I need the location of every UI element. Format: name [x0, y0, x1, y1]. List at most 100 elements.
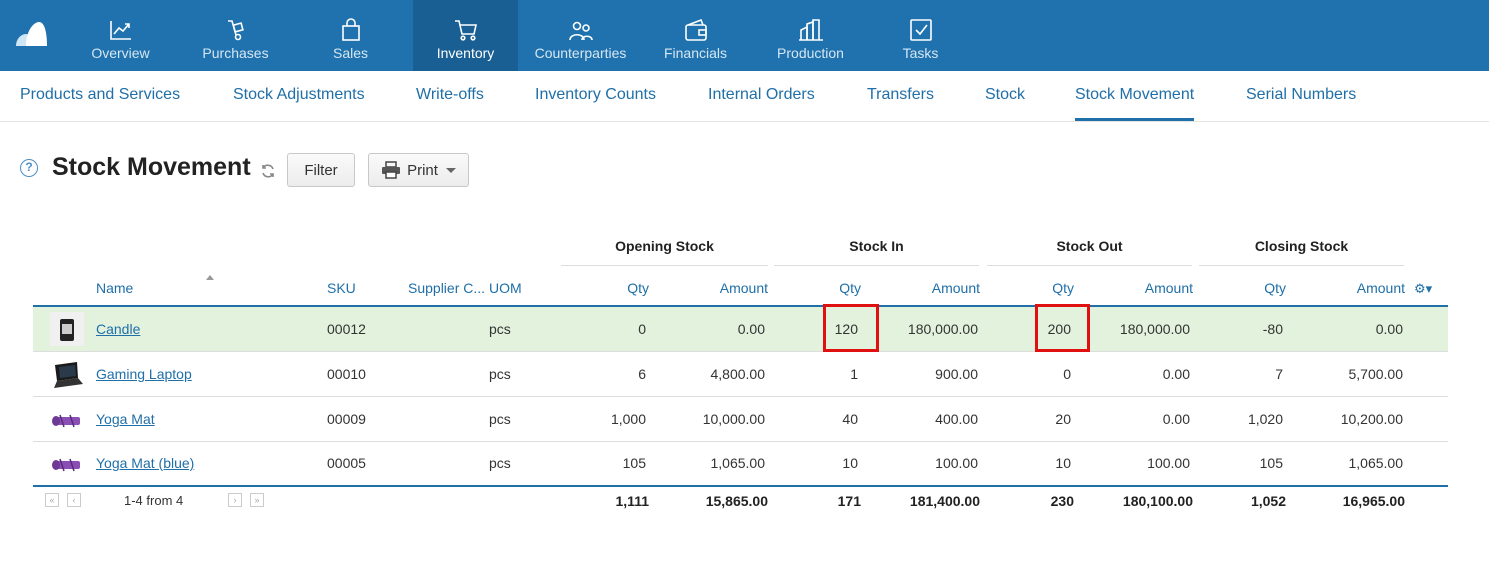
page-header: ? Stock Movement Filter Print — [20, 150, 620, 190]
col-opening-amount[interactable]: Amount — [668, 280, 768, 296]
product-name-link[interactable]: Yoga Mat — [96, 411, 155, 427]
nav-financials[interactable]: Financials — [643, 0, 748, 71]
sort-asc-icon[interactable] — [206, 275, 214, 280]
subnav-internal-orders[interactable]: Internal Orders — [708, 71, 815, 121]
checkbox-icon — [909, 19, 932, 41]
app-logo[interactable] — [14, 20, 48, 48]
col-sku[interactable]: SKU — [327, 280, 356, 296]
col-uom[interactable]: UOM — [489, 280, 522, 296]
group-divider — [561, 265, 768, 266]
total-closing-qty: 1,052 — [1250, 493, 1286, 509]
print-button-label: Print — [407, 161, 438, 179]
closing-amount-cell: 10,200.00 — [1340, 411, 1403, 427]
out-qty-cell: 0 — [1063, 366, 1071, 382]
uom-cell: pcs — [489, 321, 511, 337]
column-settings-icon[interactable]: ⚙▾ — [1414, 281, 1432, 297]
sub-navigation: Products and Services Stock Adjustments … — [0, 71, 1489, 122]
subnav-stock-movement[interactable]: Stock Movement — [1075, 71, 1195, 121]
subnav-stock-adjustments[interactable]: Stock Adjustments — [233, 71, 365, 121]
table-row[interactable]: Yoga Mat 00009 pcs 1,000 10,000.00 40 40… — [33, 397, 1448, 442]
nav-label: Purchases — [202, 45, 269, 61]
nav-inventory[interactable]: Inventory — [413, 0, 518, 71]
people-icon — [568, 21, 593, 41]
col-name[interactable]: Name — [96, 280, 133, 296]
nav-sales[interactable]: Sales — [298, 0, 403, 71]
opening-amount-cell: 1,065.00 — [710, 455, 766, 471]
table-row[interactable]: Gaming Laptop 00010 pcs 6 4,800.00 1 900… — [33, 352, 1448, 397]
out-amount-cell: 0.00 — [1162, 411, 1190, 427]
opening-qty-cell: 1,000 — [610, 411, 646, 427]
out-qty-cell: 20 — [1055, 411, 1071, 427]
nav-tasks[interactable]: Tasks — [868, 0, 973, 71]
nav-label: Sales — [332, 45, 369, 61]
factory-icon — [798, 19, 823, 41]
table-row[interactable]: Yoga Mat (blue) 00005 pcs 105 1,065.00 1… — [33, 442, 1448, 485]
uom-cell: pcs — [489, 455, 511, 471]
in-qty-cell: 10 — [842, 455, 858, 471]
subnav-transfers[interactable]: Transfers — [867, 71, 934, 121]
col-in-qty[interactable]: Qty — [805, 280, 861, 296]
nav-overview[interactable]: Overview — [68, 0, 173, 71]
subnav-serial-numbers[interactable]: Serial Numbers — [1246, 71, 1356, 121]
group-divider — [1199, 265, 1404, 266]
col-in-amount[interactable]: Amount — [880, 280, 980, 296]
nav-label: Production — [777, 45, 844, 61]
col-supplier-code[interactable]: Supplier C... — [408, 280, 485, 296]
product-name-link[interactable]: Candle — [96, 321, 140, 337]
sku-cell: 00010 — [327, 366, 366, 382]
filter-button[interactable]: Filter — [287, 153, 355, 187]
col-closing-qty[interactable]: Qty — [1230, 280, 1286, 296]
total-out-amount: 180,100.00 — [1122, 493, 1193, 509]
nav-counterparties[interactable]: Counterparties — [528, 0, 633, 71]
closing-qty-cell: 1,020 — [1247, 411, 1283, 427]
col-out-qty[interactable]: Qty — [1018, 280, 1074, 296]
uom-cell: pcs — [489, 411, 511, 427]
closing-amount-cell: 1,065.00 — [1348, 455, 1404, 471]
in-qty-cell: 1 — [850, 366, 858, 382]
subnav-write-offs[interactable]: Write-offs — [416, 71, 484, 121]
closing-qty-cell: 105 — [1259, 455, 1283, 471]
refresh-icon[interactable] — [260, 163, 276, 179]
pager-prev-button[interactable]: ‹ — [67, 493, 81, 507]
col-closing-amount[interactable]: Amount — [1305, 280, 1405, 296]
group-opening-stock: Opening Stock — [615, 238, 714, 254]
col-opening-qty[interactable]: Qty — [593, 280, 649, 296]
yoga-mat-icon — [52, 414, 80, 428]
pager-last-button[interactable]: » — [250, 493, 264, 507]
pager-next-button[interactable]: › — [228, 493, 242, 507]
help-icon[interactable]: ? — [20, 159, 38, 177]
chevron-down-icon — [445, 167, 456, 173]
nav-label: Inventory — [436, 45, 495, 61]
table-row[interactable]: Candle 00012 pcs 0 0.00 120 180,000.00 2… — [33, 304, 1448, 352]
product-name-link[interactable]: Gaming Laptop — [96, 366, 192, 382]
top-navigation: Overview Purchases Sales Inventory Count… — [0, 0, 1489, 71]
shopping-bag-icon — [341, 18, 360, 41]
in-amount-cell: 900.00 — [935, 366, 978, 382]
page-title: Stock Movement — [52, 153, 251, 181]
col-out-amount[interactable]: Amount — [1093, 280, 1193, 296]
out-qty-cell: 10 — [1055, 455, 1071, 471]
subnav-products-and-services[interactable]: Products and Services — [20, 71, 180, 121]
highlight-box — [1035, 304, 1090, 352]
sku-cell: 00009 — [327, 411, 366, 427]
highlight-box — [823, 304, 879, 352]
in-amount-cell: 400.00 — [935, 411, 978, 427]
pager-first-button[interactable]: « — [45, 493, 59, 507]
subnav-stock[interactable]: Stock — [985, 71, 1025, 121]
laptop-icon — [54, 362, 83, 388]
group-stock-in: Stock In — [849, 238, 904, 254]
opening-amount-cell: 10,000.00 — [702, 411, 765, 427]
closing-amount-cell: 0.00 — [1375, 321, 1403, 337]
opening-qty-cell: 105 — [622, 455, 646, 471]
wallet-icon — [684, 18, 707, 41]
group-divider — [774, 265, 979, 266]
subnav-inventory-counts[interactable]: Inventory Counts — [535, 71, 656, 121]
nav-purchases[interactable]: Purchases — [183, 0, 288, 71]
print-button[interactable]: Print — [368, 153, 469, 187]
printer-icon — [382, 161, 401, 179]
nav-label: Financials — [663, 45, 728, 61]
nav-production[interactable]: Production — [758, 0, 863, 71]
group-stock-out: Stock Out — [1056, 238, 1123, 254]
product-name-link[interactable]: Yoga Mat (blue) — [96, 455, 194, 471]
group-divider — [987, 265, 1192, 266]
